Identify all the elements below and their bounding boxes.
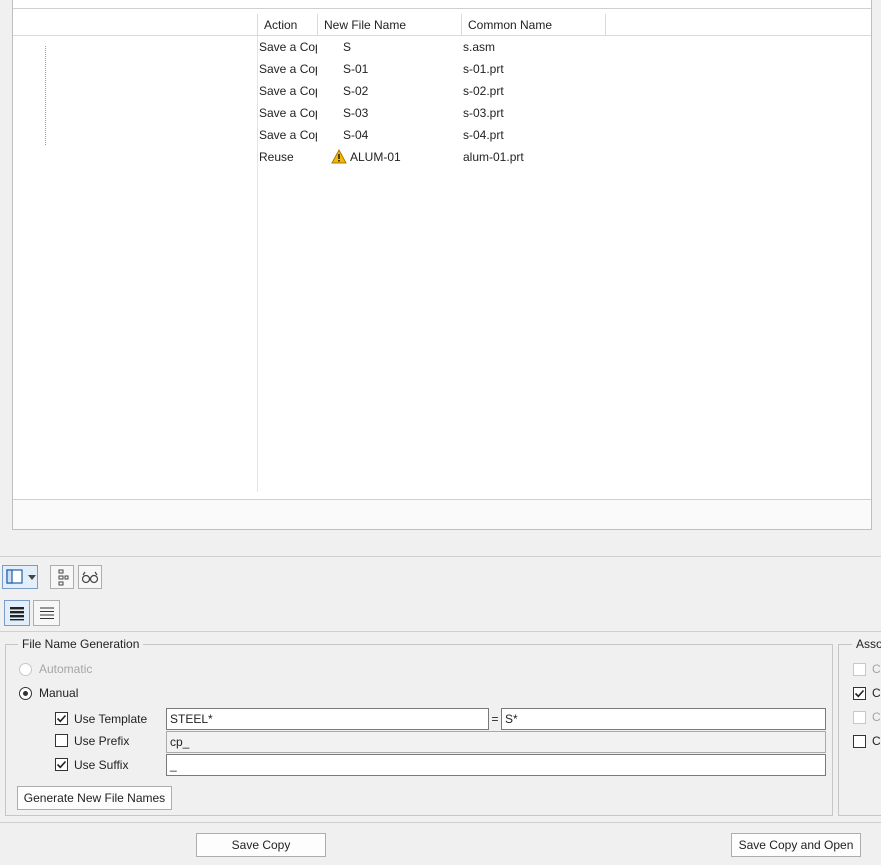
use-suffix-label: Use Suffix [74, 758, 129, 772]
new-file-name-cell[interactable]: S-01 [331, 58, 471, 80]
new-file-name-cell[interactable]: S-03 [331, 102, 471, 124]
use-prefix-label: Use Prefix [74, 734, 130, 748]
divider [0, 822, 881, 823]
new-file-name-text: S-02 [343, 84, 369, 98]
associated-checkbox[interactable] [853, 735, 866, 748]
detailed-list-icon [10, 607, 24, 621]
associated-label: C [872, 734, 881, 748]
associated-label: C [872, 662, 881, 676]
associated-group: Asso CCCC [838, 636, 881, 816]
tree-row[interactable]: ALUM-01.PRTReuseALUM-01alum-01.prt [13, 146, 871, 168]
simple-view-button[interactable] [33, 600, 60, 626]
common-name-cell: alum-01.prt [463, 150, 524, 164]
action-cell[interactable]: Save a Copy [259, 80, 317, 102]
common-name-cell: s-01.prt [463, 62, 504, 76]
action-cell[interactable]: Save a Copy [259, 124, 317, 146]
warning-icon [331, 149, 347, 164]
new-file-name-cell[interactable]: S-04 [331, 124, 471, 146]
tree-area[interactable]: Action New File Name Common Name STEEL.A… [13, 0, 871, 500]
template-source-input[interactable]: STEEL* [166, 708, 489, 730]
generate-new-file-names-button[interactable]: Generate New File Names [17, 786, 172, 810]
column-header-action[interactable]: Action [257, 14, 319, 36]
tree-row[interactable]: STEEL-01.PRTSave a CopyS-01s-01.prt [13, 58, 871, 80]
divider [0, 556, 881, 557]
associated-checkbox[interactable] [853, 711, 866, 724]
manual-label: Manual [39, 686, 79, 700]
associated-checkbox[interactable] [853, 687, 866, 700]
automatic-label: Automatic [39, 662, 93, 676]
use-template-label: Use Template [74, 712, 148, 726]
check-icon [56, 760, 67, 769]
associated-checkbox[interactable] [853, 663, 866, 676]
structure-tree-panel: Action New File Name Common Name STEEL.A… [12, 0, 872, 530]
file-name-generation-group: File Name Generation Automatic Manual Us… [5, 636, 833, 816]
prefix-input[interactable]: cp_ [166, 731, 826, 753]
action-cell[interactable]: Save a Copy [259, 102, 317, 124]
new-file-name-text: S-04 [343, 128, 369, 142]
tree-structure-icon [58, 569, 69, 586]
group-title: File Name Generation [18, 636, 144, 652]
column-header-row: Action New File Name Common Name [13, 14, 871, 36]
dropdown-arrow-icon [28, 575, 36, 580]
new-file-name-text: ALUM-01 [350, 150, 401, 164]
common-name-cell: s-03.prt [463, 106, 504, 120]
common-name-cell: s-02.prt [463, 84, 504, 98]
template-target-input[interactable]: S* [501, 708, 826, 730]
new-file-name-cell[interactable]: S-02 [331, 80, 471, 102]
tree-row[interactable]: STEEL-02.PRTSave a CopyS-02s-02.prt [13, 80, 871, 102]
action-cell[interactable]: Save a Copy [259, 58, 317, 80]
save-copy-button[interactable]: Save Copy [196, 833, 326, 857]
group-title: Asso [852, 636, 881, 652]
check-icon [854, 689, 865, 698]
new-file-name-cell[interactable]: S [331, 36, 471, 58]
simple-list-icon [40, 607, 54, 619]
use-prefix-checkbox[interactable] [55, 734, 68, 747]
suffix-input[interactable]: _ [166, 754, 826, 776]
use-suffix-checkbox[interactable] [55, 758, 68, 771]
use-template-checkbox[interactable] [55, 712, 68, 725]
associated-label: C [872, 710, 881, 724]
detailed-view-button[interactable] [4, 600, 30, 626]
layout-toggle-button[interactable] [2, 565, 38, 589]
common-name-cell: s-04.prt [463, 128, 504, 142]
action-cell[interactable]: Reuse [259, 146, 317, 168]
panel-divider [13, 8, 871, 9]
check-icon [56, 714, 67, 723]
tree-row[interactable]: STEEL-03.PRTSave a CopyS-03s-03.prt [13, 102, 871, 124]
equals-sign: = [491, 712, 499, 726]
column-header-common-name[interactable]: Common Name [461, 14, 606, 36]
automatic-radio[interactable] [19, 663, 32, 676]
tree-row[interactable]: STEEL.ASMSave a CopySs.asm [13, 36, 871, 58]
associated-label: C [872, 686, 881, 700]
panel-layout-icon [6, 569, 23, 584]
common-name-cell: s.asm [463, 40, 496, 54]
column-separator[interactable] [605, 14, 606, 36]
manual-radio[interactable] [19, 687, 32, 700]
divider [0, 631, 881, 632]
glasses-icon [81, 571, 99, 584]
action-cell[interactable]: Save a Copy [259, 36, 317, 58]
new-file-name-text: S [343, 40, 352, 54]
preview-button[interactable] [78, 565, 102, 589]
column-header-new-file-name[interactable]: New File Name [317, 14, 462, 36]
save-copy-and-open-button[interactable]: Save Copy and Open [731, 833, 861, 857]
new-file-name-text: S-01 [343, 62, 369, 76]
tree-structure-button[interactable] [50, 565, 74, 589]
tree-row[interactable]: STEEL-04.PRTSave a CopyS-04s-04.prt [13, 124, 871, 146]
new-file-name-text: S-03 [343, 106, 369, 120]
new-file-name-cell[interactable]: ALUM-01 [331, 146, 471, 168]
